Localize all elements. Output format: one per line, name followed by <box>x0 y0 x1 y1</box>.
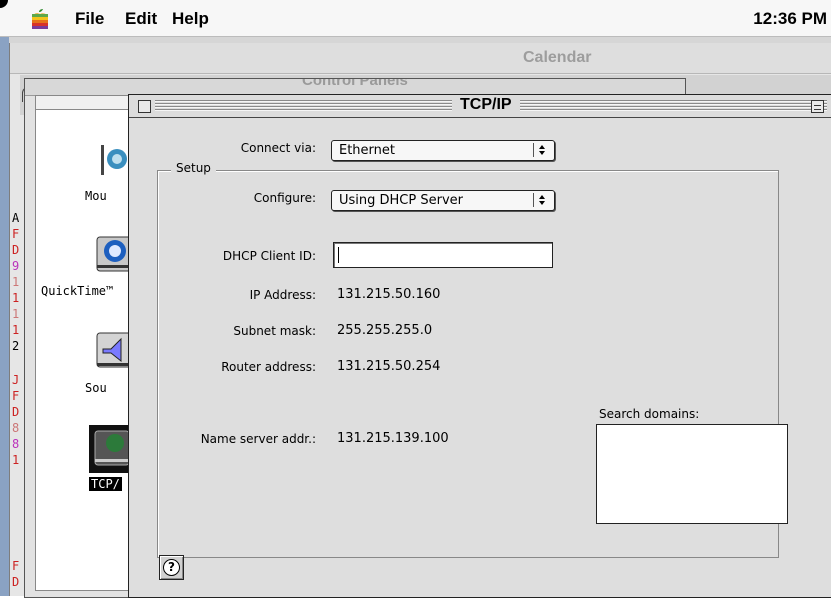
calendar-sidebar-letter: 1 <box>12 307 20 321</box>
calendar-sidebar-letter: F <box>12 389 20 403</box>
calendar-window-title: Calendar <box>523 49 592 66</box>
subnet-mask-label: Subnet mask: <box>233 324 316 338</box>
search-domains-label: Search domains: <box>599 407 700 421</box>
control-panel-label-quicktime[interactable]: QuickTime™ <box>41 284 113 298</box>
connect-via-label: Connect via: <box>240 141 316 155</box>
calendar-sidebar-letter: D <box>12 575 20 589</box>
tcpip-window-title: TCP/IP <box>452 96 520 114</box>
name-server-label: Name server addr.: <box>200 432 316 446</box>
calendar-sidebar-letter: 8 <box>12 421 20 435</box>
popup-arrows-icon <box>533 193 550 207</box>
calendar-sidebar-letter: A <box>12 211 20 225</box>
control-panel-label-mouse[interactable]: Mou <box>85 189 107 203</box>
calendar-sidebar-letter: J <box>12 373 20 387</box>
calendar-sidebar-letter: 1 <box>12 291 20 305</box>
tcpip-body: Connect via: Ethernet Setup Configure: U… <box>129 118 831 597</box>
tcpip-window[interactable]: TCP/IP Connect via: Ethernet Setup Confi… <box>128 94 831 598</box>
menu-bar: File Edit Help 12:36 PM <box>0 0 831 37</box>
menu-edit[interactable]: Edit <box>125 9 157 29</box>
calendar-sidebar-letter: 1 <box>12 275 20 289</box>
calendar-sidebar-letter: 2 <box>12 339 20 353</box>
router-address-value: 131.215.50.254 <box>337 359 441 374</box>
router-address-label: Router address: <box>221 360 316 374</box>
configure-label: Configure: <box>253 191 316 205</box>
setup-group-label: Setup <box>171 161 216 175</box>
name-server-value: 131.215.139.100 <box>337 431 449 446</box>
screen-corner <box>0 0 8 8</box>
menu-file[interactable]: File <box>75 9 104 29</box>
calendar-sidebar-letter: D <box>12 243 20 257</box>
menu-help[interactable]: Help <box>172 9 209 29</box>
configure-value: Using DHCP Server <box>339 193 463 208</box>
search-domains-field[interactable] <box>596 424 788 524</box>
calendar-sidebar-letter: 8 <box>12 437 20 451</box>
text-cursor <box>338 247 339 263</box>
calendar-sidebar-letter: F <box>12 559 20 573</box>
collapse-box-button[interactable] <box>811 100 824 113</box>
tcpip-control-panel-icon[interactable] <box>93 429 133 469</box>
close-box-button[interactable] <box>138 100 151 113</box>
calendar-sidebar-letter: 9 <box>12 259 20 273</box>
menu-clock[interactable]: 12:36 PM <box>753 9 827 29</box>
tcpip-title-bar[interactable]: TCP/IP <box>129 95 831 118</box>
dhcp-client-id-label: DHCP Client ID: <box>222 249 316 263</box>
calendar-title-bar[interactable]: Calendar <box>10 43 831 74</box>
popup-arrows-icon <box>533 143 550 157</box>
calendar-sidebar-letter: 1 <box>12 323 20 337</box>
control-panel-label-sound[interactable]: Sou <box>85 381 107 395</box>
configure-popup[interactable]: Using DHCP Server <box>331 190 555 211</box>
desktop-background <box>0 37 9 596</box>
control-panels-window-title: Control Panels <box>302 79 408 89</box>
connect-via-value: Ethernet <box>339 143 395 158</box>
connect-via-popup[interactable]: Ethernet <box>331 140 555 161</box>
dhcp-client-id-field[interactable] <box>333 242 553 268</box>
ip-address-value: 131.215.50.160 <box>337 287 441 302</box>
apple-menu-icon[interactable] <box>30 8 50 30</box>
ip-address-label: IP Address: <box>249 288 316 302</box>
calendar-sidebar-letter: 1 <box>12 453 20 467</box>
question-mark-icon: ? <box>163 559 180 576</box>
control-panel-label-tcpip[interactable]: TCP/ <box>89 477 122 491</box>
calendar-sidebar-letter: F <box>12 227 20 241</box>
help-button[interactable]: ? <box>159 555 184 580</box>
subnet-mask-value: 255.255.255.0 <box>337 323 433 338</box>
calendar-sidebar-letter: D <box>12 405 20 419</box>
